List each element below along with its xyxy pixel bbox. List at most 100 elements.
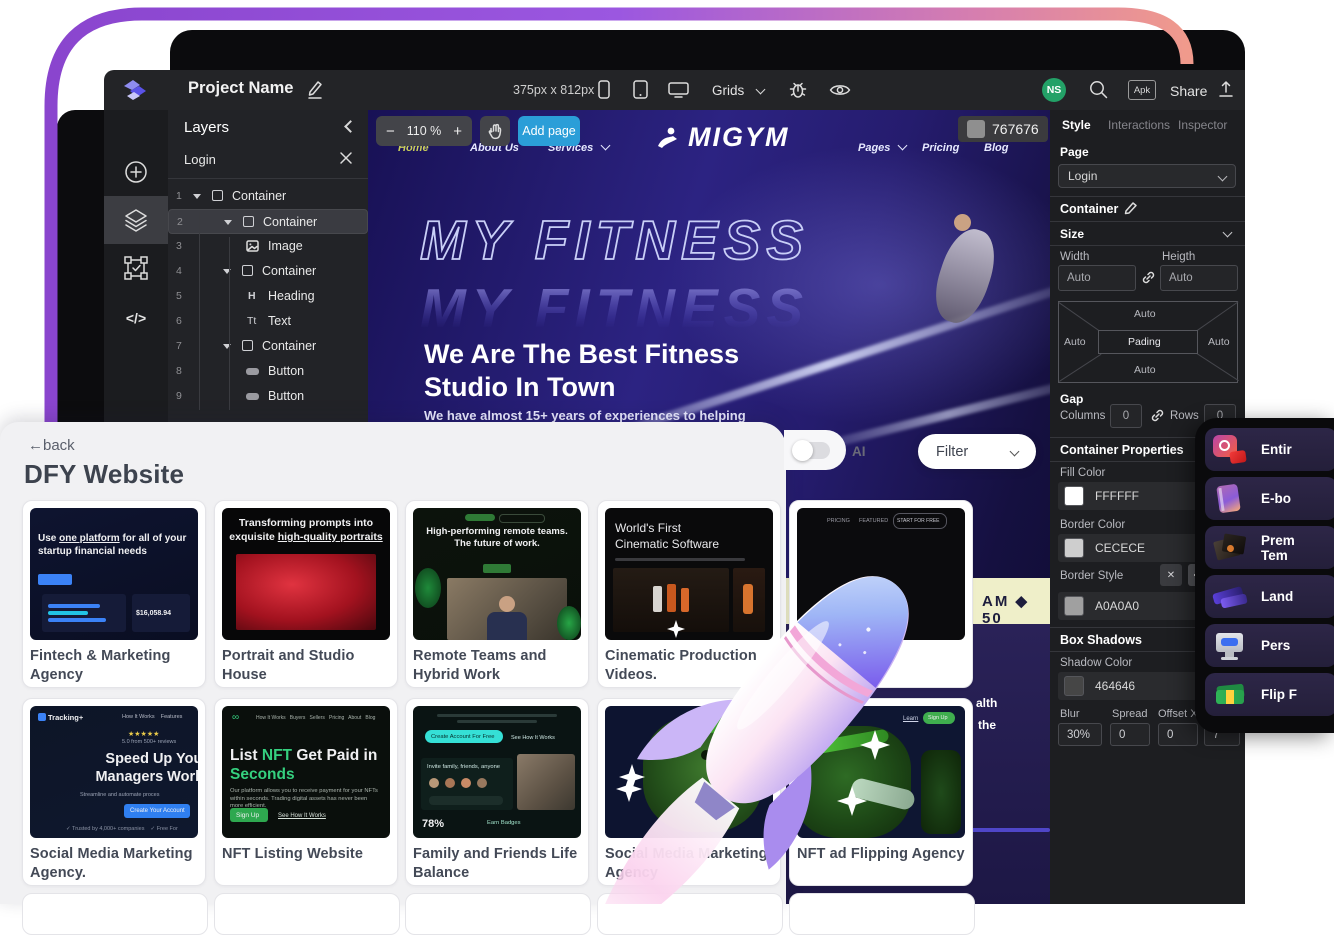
layer-row[interactable]: 8 Button	[168, 359, 368, 384]
apk-export-button[interactable]: Apk	[1128, 80, 1156, 100]
thumb-heading: Transforming prompts into exquisite high…	[228, 516, 384, 544]
tab-style[interactable]: Style	[1062, 118, 1091, 132]
app-logo[interactable]	[120, 76, 150, 104]
site-nav-pages[interactable]: Pages	[858, 142, 906, 154]
height-input[interactable]: Auto	[1160, 265, 1238, 291]
layer-row[interactable]: 7 Container	[168, 334, 368, 359]
link-dimensions-icon[interactable]	[1141, 270, 1156, 285]
select-frame-icon[interactable]	[104, 252, 168, 284]
caret-down-icon[interactable]	[193, 194, 201, 199]
avatar[interactable]: NS	[1042, 78, 1066, 102]
border-color-value[interactable]: CECECE	[1095, 541, 1145, 555]
hero-body-text[interactable]: We have almost 15+ years of experiences …	[424, 408, 746, 423]
collapse-all-icon[interactable]	[338, 150, 354, 166]
fill-color-swatch[interactable]	[1064, 486, 1084, 506]
layer-row[interactable]: 6 Tt Text	[168, 309, 368, 334]
border-style-none-button[interactable]: ✕	[1160, 564, 1182, 586]
border-color-swatch[interactable]	[1064, 538, 1084, 558]
toggle-knob[interactable]	[792, 440, 813, 461]
thumb-nav: How It Works Buyers Sellers Pricing Abou…	[256, 715, 375, 721]
padding-top-value[interactable]: Auto	[1134, 308, 1156, 320]
layer-row[interactable]: 5 H Heading	[168, 284, 368, 309]
filter-dropdown[interactable]: Filter	[918, 434, 1036, 469]
thumb-sub: Streamline and automate proces	[80, 792, 160, 798]
template-card-partial[interactable]	[214, 893, 400, 935]
template-card[interactable]: Create Account For Free See How It Works…	[405, 698, 589, 886]
preview-eye-icon[interactable]	[829, 82, 851, 98]
ai-toggle[interactable]	[794, 442, 830, 459]
thumb-pill-label: Create Account For Free	[431, 734, 494, 740]
width-input[interactable]: Auto	[1058, 265, 1136, 291]
padding-bottom-value[interactable]: Auto	[1134, 364, 1156, 376]
zoom-in-button[interactable]: +	[453, 123, 462, 140]
category-entire[interactable]: Entir	[1205, 428, 1334, 471]
add-element-icon[interactable]	[104, 156, 168, 188]
caret-down-icon[interactable]	[224, 220, 232, 225]
grids-dropdown[interactable]: Grids	[712, 83, 764, 98]
layers-page-name[interactable]: Login	[184, 152, 216, 167]
template-card[interactable]: High-performing remote teams.The future …	[405, 500, 589, 688]
hero-title[interactable]: MY FITNESS	[420, 208, 1050, 272]
shadow-color-value[interactable]: 464646	[1095, 679, 1135, 693]
layers-panel-icon[interactable]	[104, 204, 168, 236]
device-phone-icon[interactable]	[598, 80, 610, 99]
share-button[interactable]: Share	[1170, 83, 1207, 99]
code-view-icon[interactable]: </>	[104, 302, 168, 334]
edit-project-icon[interactable]	[306, 80, 324, 100]
share-upload-icon[interactable]	[1218, 80, 1234, 98]
template-card[interactable]: Tracking+ How It Works Features ★★★★★ 5.…	[22, 698, 206, 886]
hero-subtitle[interactable]: We Are The Best Fitness Studio In Town	[424, 338, 739, 404]
search-icon[interactable]	[1088, 79, 1109, 100]
link-gap-icon[interactable]	[1150, 408, 1165, 423]
template-card-partial[interactable]	[405, 893, 591, 935]
fill-color-value[interactable]: FFFFFF	[1095, 489, 1139, 503]
template-card[interactable]: Transforming prompts into exquisite high…	[214, 500, 398, 688]
padding-right-value[interactable]: Auto	[1208, 336, 1230, 348]
site-nav-pricing[interactable]: Pricing	[922, 142, 959, 154]
category-personal[interactable]: Pers	[1205, 624, 1334, 667]
category-landing[interactable]: Land	[1205, 575, 1334, 618]
category-ebook[interactable]: E-bo	[1205, 477, 1334, 520]
layer-row[interactable]: 9 Button	[168, 384, 368, 409]
pan-tool-button[interactable]	[480, 116, 510, 146]
add-page-button[interactable]: Add page	[518, 116, 580, 146]
button-icon	[246, 368, 259, 375]
silk-image	[236, 554, 376, 630]
zoom-control[interactable]: − 110 % +	[376, 116, 472, 146]
border-style-swatch[interactable]	[1064, 596, 1084, 616]
thumb-stars: ★★★★★	[128, 730, 159, 738]
offset-x-input[interactable]: 0	[1158, 723, 1198, 746]
thumb-button-label: Create Your Account	[130, 808, 185, 814]
device-tablet-icon[interactable]	[633, 80, 648, 99]
template-card-partial[interactable]	[22, 893, 208, 935]
layer-row[interactable]: 3 Image	[168, 234, 368, 259]
card-thumbnail: Transforming prompts into exquisite high…	[222, 508, 390, 640]
project-title[interactable]: Project Name	[188, 79, 293, 98]
template-card[interactable]: Use one platform for all of your startup…	[22, 500, 206, 688]
site-nav-blog[interactable]: Blog	[984, 142, 1008, 154]
padding-left-value[interactable]: Auto	[1064, 336, 1086, 348]
blur-input[interactable]: 30%	[1058, 723, 1102, 746]
layer-row[interactable]: 4 Container	[168, 259, 368, 284]
tab-interactions[interactable]: Interactions	[1108, 118, 1170, 132]
columns-input[interactable]: 0	[1110, 404, 1142, 428]
back-button[interactable]: ←back	[28, 437, 75, 454]
photo-templates-icon	[1213, 531, 1247, 565]
size-section-header[interactable]: Size	[1060, 227, 1084, 241]
page-select[interactable]: Login	[1058, 164, 1236, 188]
shadow-color-swatch[interactable]	[1064, 676, 1084, 696]
layer-row[interactable]: 1 Container	[168, 184, 368, 209]
category-flip[interactable]: Flip F	[1205, 673, 1334, 716]
template-card[interactable]: ∞ How It Works Buyers Sellers Pricing Ab…	[214, 698, 398, 886]
debug-bug-icon[interactable]	[788, 80, 808, 100]
tab-inspector[interactable]: Inspector	[1178, 118, 1227, 132]
layer-row-selected[interactable]: 2 Container	[168, 209, 368, 234]
border-style-value[interactable]: A0A0A0	[1095, 599, 1139, 613]
grids-label: Grids	[712, 83, 744, 98]
spread-input[interactable]: 0	[1110, 723, 1150, 746]
device-desktop-icon[interactable]	[668, 82, 689, 98]
site-brand[interactable]: MIGYM	[688, 122, 790, 153]
category-premium-templates[interactable]: Prem Tem	[1205, 526, 1334, 569]
edit-element-icon[interactable]	[1124, 201, 1138, 215]
zoom-out-button[interactable]: −	[386, 123, 395, 140]
